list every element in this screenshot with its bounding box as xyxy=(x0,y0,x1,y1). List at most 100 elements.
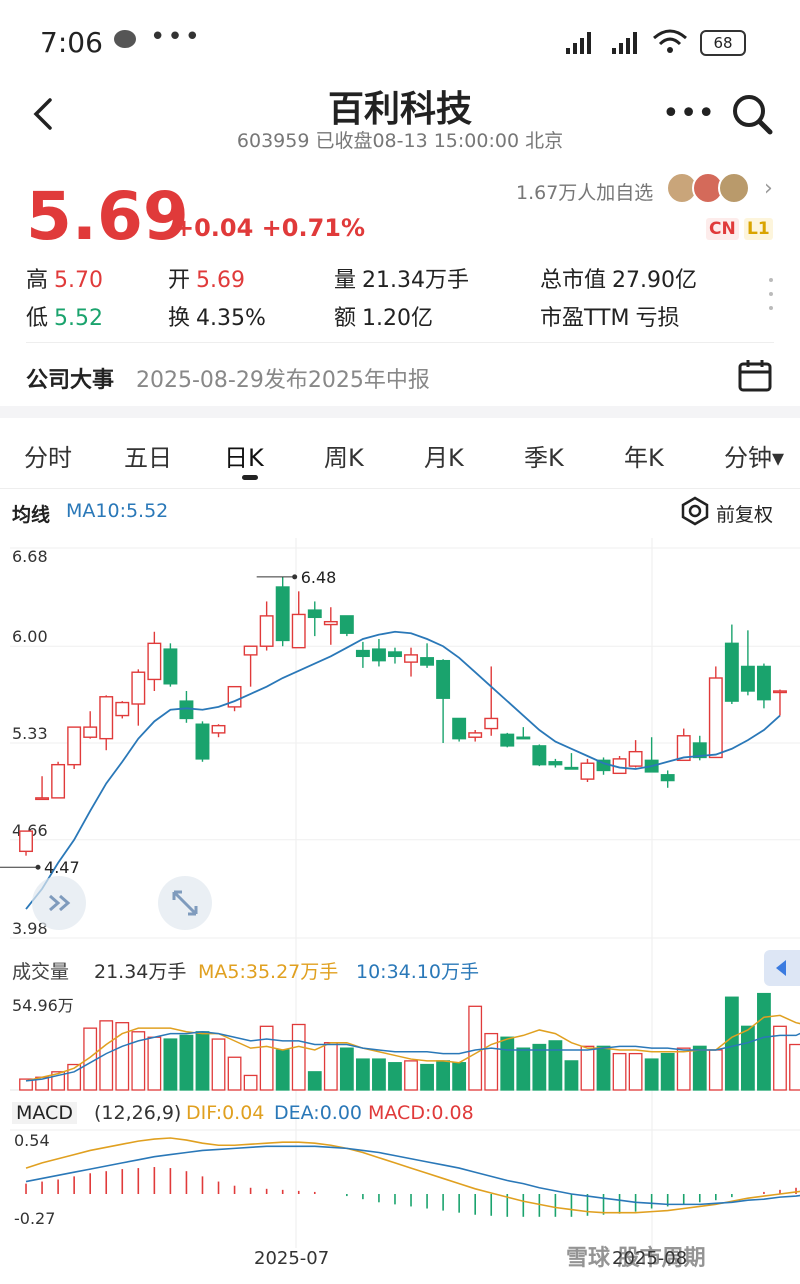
tab-item[interactable]: 年K xyxy=(624,438,664,473)
tab-item[interactable]: 月K xyxy=(424,438,464,473)
macd-label[interactable]: MACD xyxy=(12,1102,77,1124)
search-icon[interactable] xyxy=(730,92,774,136)
candle-body xyxy=(420,657,435,666)
cn-badge[interactable]: CN xyxy=(706,218,739,240)
l1-badge[interactable]: L1 xyxy=(744,218,773,240)
settings-icon[interactable] xyxy=(680,496,710,526)
volume-bar xyxy=(468,1005,483,1091)
candle-body xyxy=(724,642,739,702)
macd-dea: DEA:0.00 xyxy=(274,1102,363,1124)
stat-label: 市盈TTM xyxy=(540,306,630,331)
volume-bar xyxy=(452,1062,467,1091)
volume-ma5: MA5:35.27万手 xyxy=(198,961,339,983)
candle-body xyxy=(628,750,643,767)
candle-body xyxy=(468,732,483,738)
cloud-icon xyxy=(114,30,136,48)
candle-body xyxy=(35,797,50,801)
stat-label: 总市值 xyxy=(540,268,607,293)
candle-body xyxy=(51,763,66,799)
candle-body xyxy=(404,654,418,663)
fullscreen-button[interactable] xyxy=(158,876,212,930)
volume-bar xyxy=(195,1031,210,1091)
chevron-right-icon[interactable]: › xyxy=(764,176,773,201)
stat-item: 总市值 27.90亿 xyxy=(540,262,697,294)
tab-item[interactable]: 季K xyxy=(524,438,564,473)
candle-body xyxy=(195,723,210,760)
market-status: 已收盘08-13 15:00:00 北京 xyxy=(315,130,564,152)
avatar xyxy=(718,172,750,204)
ma10-value: MA10:5.52 xyxy=(66,500,169,522)
volume-bar xyxy=(388,1062,402,1091)
status-time: 7:06 xyxy=(40,26,103,59)
candle-body xyxy=(708,677,723,759)
volume-bar xyxy=(163,1038,178,1091)
y-tick-label: 5.33 xyxy=(12,724,48,743)
volume-bar xyxy=(404,1060,418,1091)
scroll-forward-button[interactable] xyxy=(32,876,86,930)
watchlist-count[interactable]: 1.67万人加自选 xyxy=(516,178,653,205)
stock-chart[interactable]: 6.686.005.334.663.986.484.470.54-0.27 xyxy=(0,530,800,1284)
volume-bar xyxy=(580,1045,595,1091)
watermark: 雪球 股市周期 xyxy=(566,1246,706,1271)
ma-label: 均线 xyxy=(12,504,51,526)
volume-bar xyxy=(436,1060,451,1091)
company-event-title[interactable]: 公司大事 xyxy=(26,362,114,394)
calendar-icon[interactable] xyxy=(738,358,772,392)
volume-bar xyxy=(339,1047,354,1091)
volume-bar xyxy=(708,1049,723,1091)
y-tick-label: 6.68 xyxy=(12,547,48,566)
follower-avatars[interactable] xyxy=(666,172,756,206)
volume-bar xyxy=(307,1071,322,1091)
x-label-jul: 2025-07 xyxy=(254,1248,330,1269)
candle-body xyxy=(580,762,595,780)
active-tab-indicator xyxy=(242,475,258,480)
divider xyxy=(0,488,800,489)
volume-bar xyxy=(516,1047,531,1091)
expand-panel-button[interactable] xyxy=(764,950,800,986)
section-gap xyxy=(0,406,800,418)
more-options-icon[interactable]: ••• xyxy=(662,96,715,131)
volume-bar xyxy=(484,1032,499,1091)
vertical-more-icon[interactable] xyxy=(768,278,774,314)
candle-body xyxy=(548,761,563,766)
volume-bar xyxy=(644,1058,659,1091)
volume-bar xyxy=(676,1047,691,1091)
stat-label: 换 xyxy=(168,306,191,331)
volume-bar xyxy=(740,1025,755,1091)
company-event-text[interactable]: 2025-08-29发布2025年中报 xyxy=(136,362,430,394)
candle-body xyxy=(243,645,258,656)
volume-bar xyxy=(83,1027,98,1091)
caret-left-icon xyxy=(776,960,786,976)
tab-item[interactable]: 分钟▾ xyxy=(724,438,784,473)
volume-bar xyxy=(596,1045,611,1091)
candle-body xyxy=(740,665,755,692)
volume-bar xyxy=(372,1058,386,1091)
volume-bar xyxy=(532,1043,547,1091)
tab-item[interactable]: 五日 xyxy=(124,438,172,473)
y-tick-label: 0.54 xyxy=(14,1131,50,1150)
stat-value: 5.70 xyxy=(54,268,103,293)
candle-body xyxy=(307,609,322,619)
candle-body xyxy=(291,613,306,649)
volume-label: 成交量 xyxy=(12,961,70,983)
volume-bar xyxy=(275,1049,290,1091)
stat-label: 额 xyxy=(334,306,357,331)
volume-ma10: 10:34.10万手 xyxy=(356,961,479,983)
candle-body xyxy=(660,774,675,782)
y-tick-label: -0.27 xyxy=(14,1209,55,1228)
volume-bar xyxy=(789,1043,800,1091)
tab-item[interactable]: 分时 xyxy=(24,438,72,473)
candle-body xyxy=(67,726,82,766)
candle-body xyxy=(163,648,178,685)
tab-item[interactable]: 日K xyxy=(224,438,264,473)
signal-hd-icon xyxy=(566,30,600,54)
candle-body xyxy=(516,736,531,740)
stat-label: 开 xyxy=(168,268,191,293)
macd-dif: DIF:0.04 xyxy=(186,1102,265,1124)
tab-item[interactable]: 周K xyxy=(324,438,364,473)
candle-body xyxy=(19,830,33,853)
macd-params: (12,26,9) xyxy=(94,1102,182,1124)
volume-bar xyxy=(660,1052,675,1091)
adjust-mode[interactable]: 前复权 xyxy=(716,500,773,527)
stat-value: 5.52 xyxy=(54,306,103,331)
